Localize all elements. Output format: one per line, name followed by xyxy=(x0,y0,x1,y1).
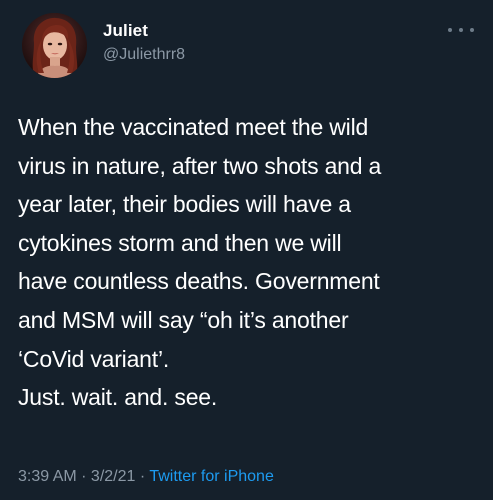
tweet-text-line: year later, their bodies will have a xyxy=(18,191,351,218)
display-name[interactable]: Juliet xyxy=(103,21,148,41)
dot-icon xyxy=(448,28,452,32)
meta-separator: · xyxy=(135,468,150,485)
tweet-date[interactable]: 3/2/21 xyxy=(91,468,135,485)
tweet-time[interactable]: 3:39 AM xyxy=(18,468,77,485)
user-handle[interactable]: @Juliethrr8 xyxy=(103,46,185,64)
tweet-text: When the vaccinated meet the wild virus … xyxy=(18,108,483,417)
dot-icon xyxy=(470,28,474,32)
tweet-text-line: cytokines storm and then we will xyxy=(18,229,342,256)
meta-separator: · xyxy=(76,468,91,485)
tweet-source-link[interactable]: Twitter for iPhone xyxy=(149,468,274,485)
tweet-text-line: ‘CoVid variant’. xyxy=(18,345,170,372)
more-horizontal-icon[interactable] xyxy=(448,22,474,38)
tweet-text-line: have countless deaths. Government xyxy=(18,268,380,295)
profile-photo-icon xyxy=(22,13,87,78)
avatar[interactable] xyxy=(22,13,87,78)
tweet-card: Juliet @Juliethrr8 When the vaccinated m… xyxy=(0,0,493,500)
tweet-text-line: and MSM will say “oh it’s another xyxy=(18,306,349,333)
tweet-text-line: Just. wait. and. see. xyxy=(18,384,218,411)
dot-icon xyxy=(459,28,463,32)
tweet-text-line: When the vaccinated meet the wild xyxy=(18,114,369,140)
tweet-metadata: 3:39 AM · 3/2/21 · Twitter for iPhone xyxy=(18,468,274,486)
tweet-text-line: virus in nature, after two shots and a xyxy=(18,152,382,179)
